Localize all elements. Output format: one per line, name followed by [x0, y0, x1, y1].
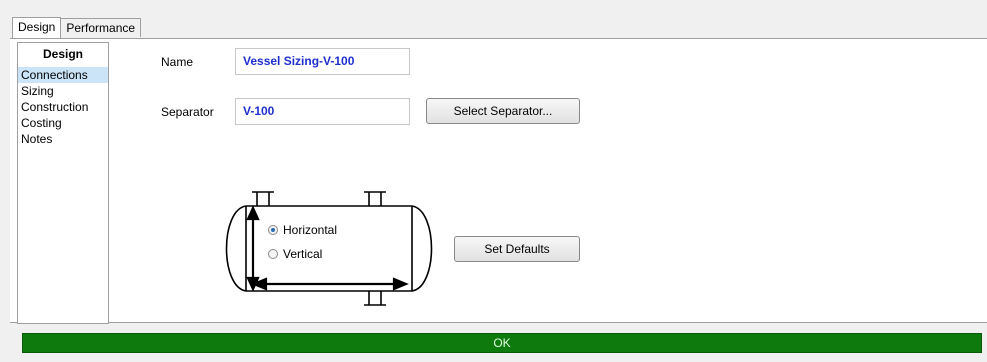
separator-label: Separator	[161, 105, 214, 119]
tab-strip: Design Performance	[12, 17, 142, 38]
design-sidebar: Design Connections Sizing Construction C…	[17, 42, 109, 324]
sidebar-item-sizing[interactable]: Sizing	[18, 83, 108, 99]
ok-button[interactable]: OK	[22, 333, 982, 353]
sidebar-item-notes[interactable]: Notes	[18, 131, 108, 147]
horizontal-radio-label: Horizontal	[283, 223, 338, 237]
sidebar-item-connections[interactable]: Connections	[18, 67, 108, 83]
separator-field[interactable]: V-100	[235, 98, 410, 125]
sidebar-item-construction[interactable]: Construction	[18, 99, 108, 115]
name-field[interactable]: Vessel Sizing-V-100	[235, 48, 410, 75]
horizontal-radio[interactable]: Horizontal	[268, 223, 337, 237]
vertical-radio-label: Vertical	[283, 247, 323, 261]
radio-selected-icon	[268, 225, 278, 235]
radio-unselected-icon	[268, 249, 278, 259]
select-separator-button[interactable]: Select Separator...	[426, 98, 580, 124]
vertical-radio[interactable]: Vertical	[268, 247, 322, 261]
sidebar-item-costing[interactable]: Costing	[18, 115, 108, 131]
name-label: Name	[161, 55, 194, 69]
horizontal-vessel-diagram	[225, 191, 433, 306]
sidebar-heading: Design	[42, 47, 83, 61]
design-panel: Design Connections Sizing Construction C…	[10, 38, 987, 324]
tab-design[interactable]: Design	[12, 17, 62, 38]
tab-performance[interactable]: Performance	[61, 18, 142, 37]
set-defaults-button[interactable]: Set Defaults	[454, 236, 580, 262]
